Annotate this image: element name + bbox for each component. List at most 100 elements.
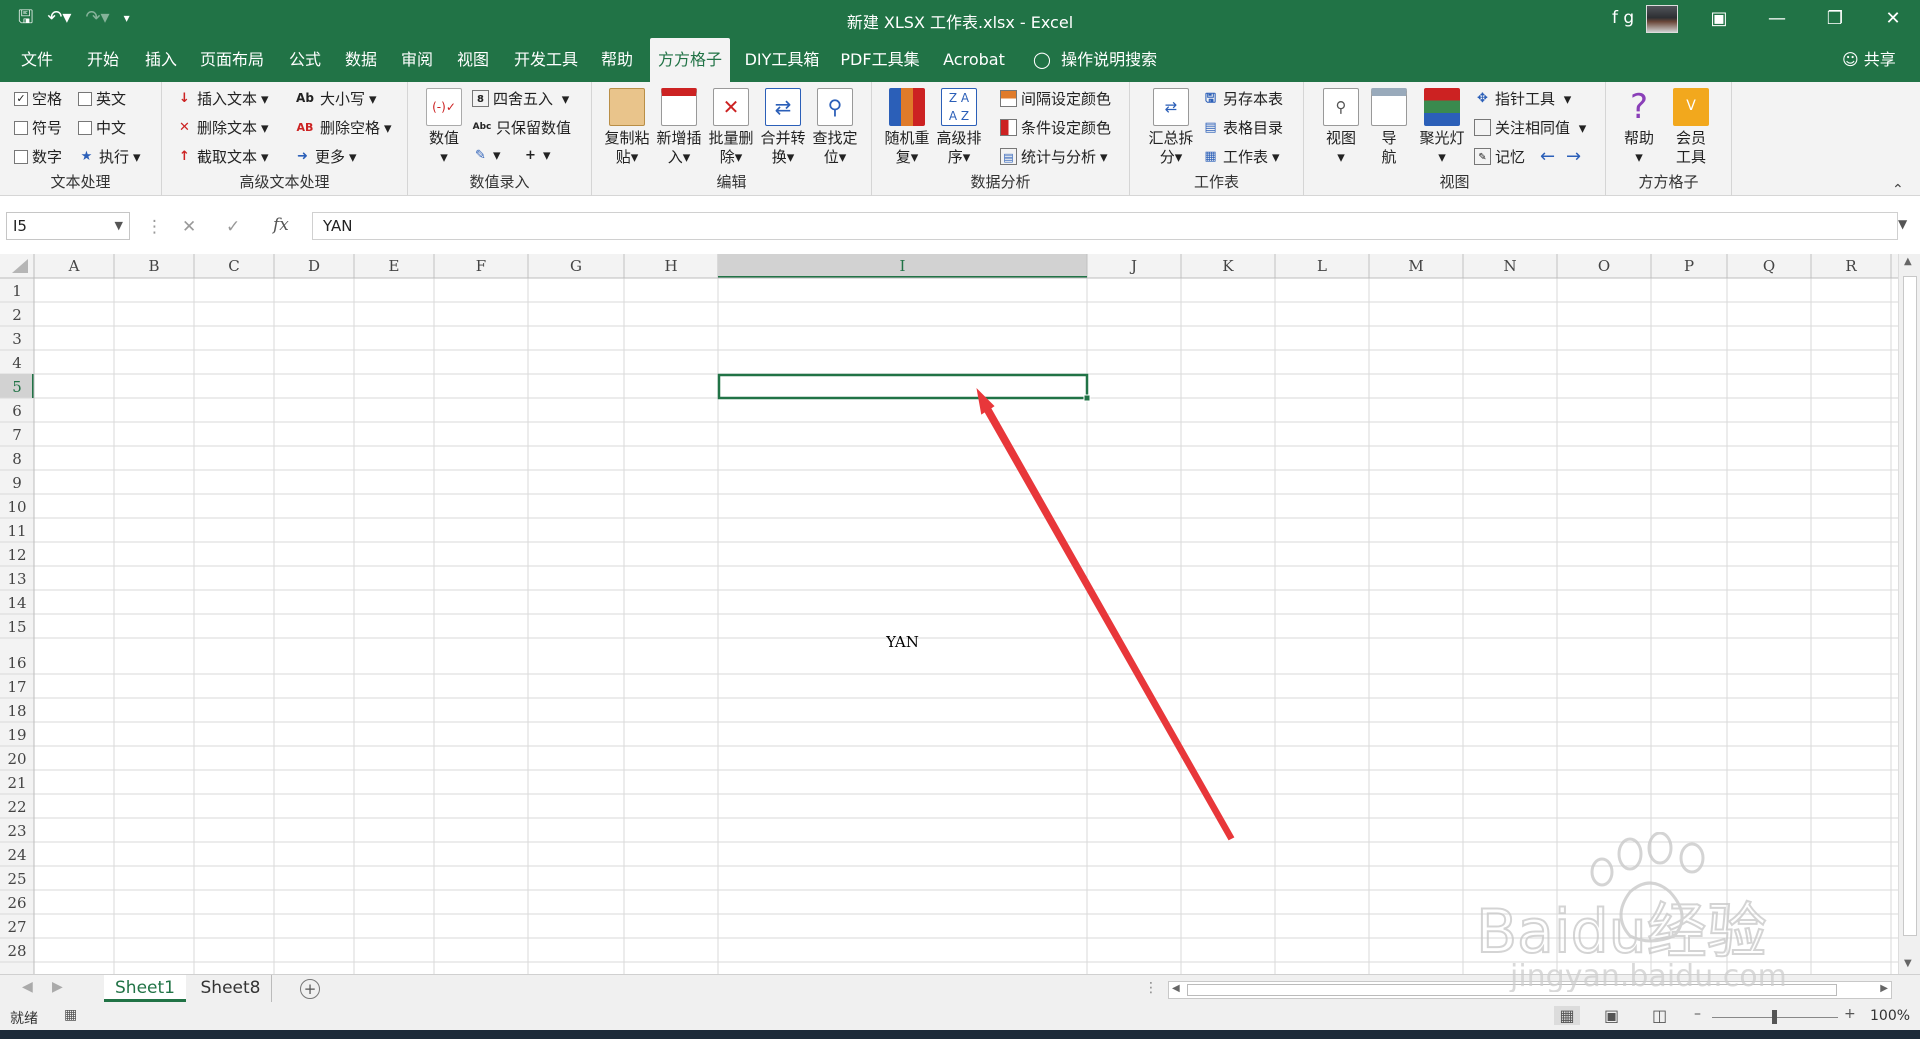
- name-box[interactable]: I5 ▼: [6, 212, 130, 240]
- row-header[interactable]: 2: [12, 306, 22, 324]
- same-value-button[interactable]: 关注相同值 ▾: [1474, 117, 1586, 138]
- tab-formulas[interactable]: 公式: [280, 38, 330, 82]
- tab-insert[interactable]: 插入: [136, 38, 186, 82]
- fill-handle[interactable]: [1083, 394, 1091, 402]
- checkbox-chinese[interactable]: 中文: [78, 117, 126, 138]
- column-header[interactable]: F: [476, 257, 486, 275]
- more-button[interactable]: ➜ 更多 ▾: [294, 146, 357, 167]
- summarize-split-button[interactable]: ⇄ 汇总拆分▾: [1146, 88, 1196, 167]
- row-header[interactable]: 13: [7, 570, 26, 588]
- page-break-view-icon[interactable]: ◫: [1652, 1006, 1667, 1025]
- collapse-ribbon-icon[interactable]: ⌃: [1892, 182, 1904, 198]
- tab-view[interactable]: 视图: [448, 38, 498, 82]
- tab-file[interactable]: 文件: [10, 38, 64, 82]
- zoom-level[interactable]: 100%: [1870, 1008, 1910, 1024]
- row-header[interactable]: 10: [7, 498, 26, 516]
- row-header[interactable]: 15: [7, 618, 26, 636]
- tab-data[interactable]: 数据: [336, 38, 386, 82]
- row-header[interactable]: 11: [7, 522, 26, 540]
- column-header[interactable]: O: [1598, 257, 1610, 275]
- column-header[interactable]: J: [1129, 257, 1137, 275]
- navigation-button[interactable]: 导航: [1368, 88, 1410, 167]
- user-name[interactable]: f g: [1612, 8, 1634, 28]
- help-button[interactable]: ? 帮助 ▾: [1614, 88, 1664, 167]
- member-tools-button[interactable]: V 会员工具: [1666, 88, 1716, 167]
- column-header[interactable]: D: [308, 257, 320, 275]
- row-header[interactable]: 5: [12, 378, 22, 396]
- insert-function-icon[interactable]: fx: [273, 215, 289, 235]
- row-header[interactable]: 21: [7, 774, 26, 792]
- zoom-slider-thumb[interactable]: [1772, 1010, 1777, 1024]
- row-header[interactable]: 14: [7, 594, 26, 612]
- row-header[interactable]: 9: [12, 474, 22, 492]
- restore-icon[interactable]: ❐: [1812, 6, 1858, 32]
- row-header[interactable]: 26: [7, 894, 26, 912]
- page-layout-view-icon[interactable]: ▣: [1604, 1006, 1619, 1025]
- row-header[interactable]: 22: [7, 798, 26, 816]
- column-header[interactable]: L: [1317, 257, 1327, 275]
- column-header[interactable]: M: [1408, 257, 1423, 275]
- vertical-scroll-thumb[interactable]: [1903, 276, 1917, 936]
- row-header[interactable]: 19: [7, 726, 26, 744]
- statistics-button[interactable]: ▤ 统计与分析 ▾: [1000, 146, 1108, 167]
- column-header[interactable]: C: [228, 257, 239, 275]
- active-cell[interactable]: [717, 373, 1089, 400]
- row-header[interactable]: 8: [12, 450, 22, 468]
- row-header[interactable]: 1: [12, 282, 22, 300]
- copy-paste-button[interactable]: 复制粘贴▾: [602, 88, 652, 167]
- column-header[interactable]: A: [68, 257, 80, 275]
- prev-sheet-icon[interactable]: ◀: [22, 979, 33, 995]
- tell-me-search[interactable]: ◯ 操作说明搜索: [1033, 38, 1157, 82]
- column-header[interactable]: R: [1845, 257, 1857, 275]
- sheet-tab-sheet1[interactable]: Sheet1: [104, 975, 186, 1002]
- column-header[interactable]: H: [664, 257, 677, 275]
- spotlight-button[interactable]: 聚光灯▾: [1418, 88, 1466, 167]
- forward-arrow-icon[interactable]: →: [1566, 146, 1581, 167]
- row-header[interactable]: 25: [7, 870, 26, 888]
- row-header[interactable]: 24: [7, 846, 26, 864]
- merge-convert-button[interactable]: ⇄ 合并转换▾: [758, 88, 808, 167]
- formula-input[interactable]: YAN: [312, 212, 1898, 240]
- checkbox-space[interactable]: ✓ 空格: [14, 88, 62, 109]
- row-header[interactable]: 7: [12, 426, 22, 444]
- cancel-icon[interactable]: ✕: [182, 217, 196, 237]
- column-header[interactable]: I: [900, 257, 906, 275]
- row-header[interactable]: 3: [12, 330, 22, 348]
- zoom-in-icon[interactable]: +: [1844, 1006, 1856, 1022]
- enter-icon[interactable]: ✓: [226, 217, 240, 237]
- cell-I5-value[interactable]: YAN: [718, 630, 1087, 654]
- row-header[interactable]: 16: [7, 654, 26, 672]
- table-catalog-button[interactable]: ▤ 表格目录: [1202, 117, 1283, 138]
- sheet-tab-sheet8[interactable]: Sheet8: [190, 975, 272, 1002]
- tab-review[interactable]: 审阅: [392, 38, 442, 82]
- pointer-tool-button[interactable]: ✥ 指针工具 ▾: [1474, 88, 1571, 109]
- delete-text-button[interactable]: ✕ 删除文本 ▾: [176, 117, 269, 138]
- row-header[interactable]: 17: [7, 678, 26, 696]
- minimize-icon[interactable]: —: [1754, 6, 1800, 32]
- remove-spaces-button[interactable]: AB 删除空格 ▾: [294, 117, 392, 138]
- tab-pdf-tools[interactable]: PDF工具集: [836, 38, 924, 82]
- new-insert-button[interactable]: 新增插入▾: [654, 88, 704, 167]
- case-button[interactable]: Ab 大小写 ▾: [294, 88, 377, 109]
- batch-delete-button[interactable]: ✕ 批量删除▾: [706, 88, 756, 167]
- column-header[interactable]: B: [148, 257, 159, 275]
- normal-view-icon[interactable]: ▦: [1554, 1006, 1580, 1025]
- tab-fangfanggezi[interactable]: 方方格子: [650, 38, 730, 84]
- add-sheet-button[interactable]: +: [300, 979, 320, 999]
- vertical-scrollbar[interactable]: ▲ ▼: [1898, 254, 1920, 974]
- view-button[interactable]: ⚲ 视图 ▾: [1316, 88, 1366, 167]
- memory-button[interactable]: ✎ 记忆: [1474, 146, 1525, 167]
- find-locate-button[interactable]: ⚲ 查找定位▾: [810, 88, 860, 167]
- close-icon[interactable]: ✕: [1870, 6, 1916, 32]
- conditional-color-button[interactable]: 条件设定颜色: [1000, 117, 1111, 138]
- checkbox-english[interactable]: 英文: [78, 88, 126, 109]
- edit-input-button[interactable]: ✎ ▾: [472, 146, 500, 164]
- row-header[interactable]: 23: [7, 822, 26, 840]
- keep-values-button[interactable]: Abc 只保留数值: [472, 117, 571, 138]
- row-header[interactable]: 4: [12, 354, 22, 372]
- checkbox-number[interactable]: 数字: [14, 146, 62, 167]
- avatar[interactable]: [1646, 5, 1678, 33]
- tab-acrobat[interactable]: Acrobat: [936, 38, 1012, 82]
- next-sheet-icon[interactable]: ▶: [52, 979, 63, 995]
- row-header[interactable]: 27: [7, 918, 26, 936]
